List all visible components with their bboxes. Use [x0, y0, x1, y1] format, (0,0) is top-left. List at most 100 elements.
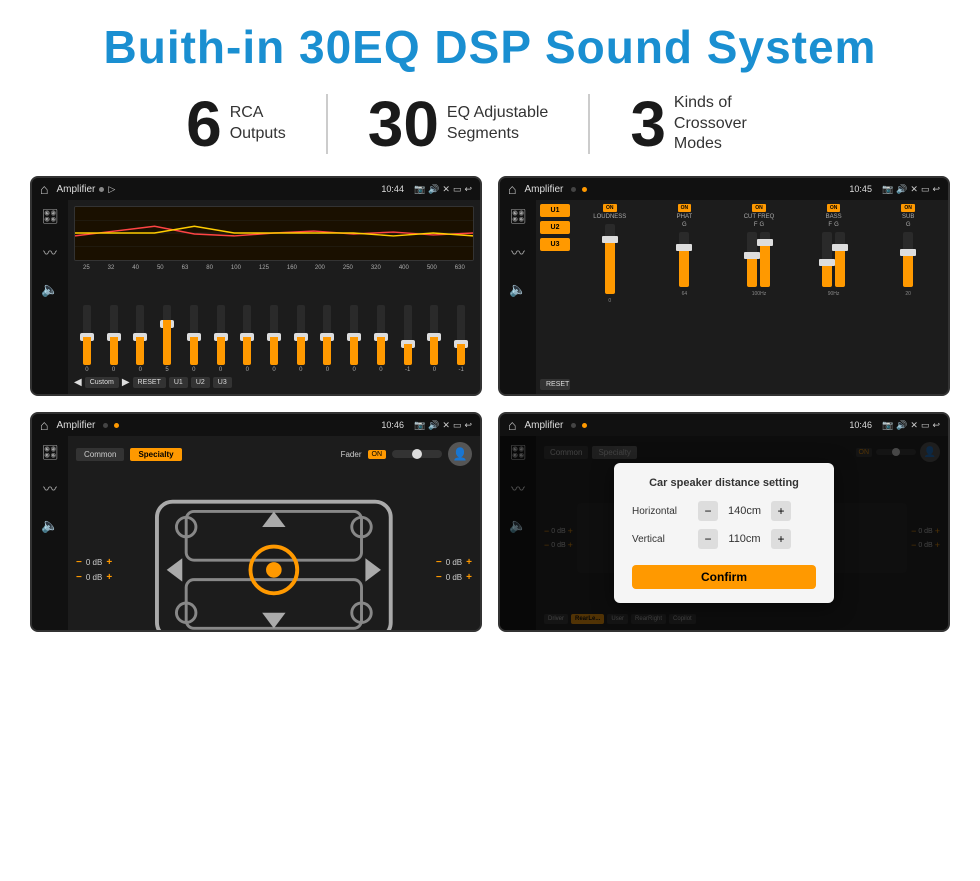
eq-left-sidebar: 🎛 〰 🔈	[32, 200, 68, 394]
horizontal-minus-btn[interactable]: −	[698, 501, 718, 521]
sub-on[interactable]: ON	[901, 204, 915, 212]
back-icon[interactable]: ↩	[464, 184, 472, 195]
vol-right-bot-minus[interactable]: −	[436, 572, 442, 583]
vertical-plus-btn[interactable]: +	[771, 529, 791, 549]
eq-track-14[interactable]	[457, 305, 465, 365]
wave-icon-2[interactable]: 〰	[511, 243, 525, 263]
speaker-icon-3[interactable]: 🔈	[41, 517, 58, 534]
home-icon-4[interactable]: ⌂	[508, 417, 516, 433]
vol-left-top-val: 0 dB	[86, 558, 102, 567]
back-icon-3[interactable]: ↩	[464, 420, 472, 431]
eq-slider-6: 0	[234, 305, 260, 373]
bass-slider-g[interactable]	[835, 232, 845, 287]
volume-icon-4: 🔊	[896, 420, 907, 431]
status-bar-3: ⌂ Amplifier 10:46 📷 🔊 ✕ ▭ ↩	[32, 414, 480, 436]
eq-track-5[interactable]	[217, 305, 225, 365]
fader-on-btn[interactable]: ON	[368, 450, 387, 459]
status-icons-3: 📷 🔊 ✕ ▭ ↩	[414, 420, 472, 431]
sub-slider[interactable]	[903, 232, 913, 287]
eq-track-6[interactable]	[243, 305, 251, 365]
stat-eq: 30 EQ Adjustable Segments	[328, 92, 589, 156]
wave-icon-3[interactable]: 〰	[43, 479, 57, 499]
equalizer-icon[interactable]: 🎛	[41, 208, 59, 225]
eq-icon-3[interactable]: 🎛	[41, 444, 59, 461]
tab-common[interactable]: Common	[76, 448, 124, 461]
vol-left-top-plus[interactable]: +	[106, 557, 112, 568]
distance-dialog: Car speaker distance setting Horizontal …	[614, 463, 834, 603]
u1-preset[interactable]: U1	[540, 204, 570, 217]
vol-right-top-plus[interactable]: +	[466, 557, 472, 568]
loudness-slider[interactable]	[605, 224, 615, 294]
vol-left-top-minus[interactable]: −	[76, 557, 82, 568]
vol-left-bot-plus[interactable]: +	[106, 572, 112, 583]
crossover-channels: ON LOUDNESS 0 ON PHAT G	[574, 204, 944, 390]
bass-on[interactable]: ON	[827, 204, 841, 212]
bass-slider-f[interactable]	[822, 232, 832, 287]
vertical-minus-btn[interactable]: −	[698, 529, 718, 549]
speaker-icon[interactable]: 🔈	[41, 281, 58, 298]
play-btn[interactable]: ▶	[122, 377, 130, 388]
cutfreq-slider-f[interactable]	[747, 232, 757, 287]
car-diagram-svg	[118, 470, 430, 632]
crossover-presets: U1 U2 U3 RESET	[540, 204, 570, 390]
confirm-button[interactable]: Confirm	[632, 565, 816, 589]
eq-icon-2[interactable]: 🎛	[509, 208, 527, 225]
rect-icon-4: ▭	[921, 420, 930, 431]
vol-left-bot-minus[interactable]: −	[76, 572, 82, 583]
vol-right-top-minus[interactable]: −	[436, 557, 442, 568]
back-icon-4[interactable]: ↩	[932, 420, 940, 431]
eq-slider-7: 0	[261, 305, 287, 373]
channel-phat: ON PHAT G 64	[649, 204, 721, 390]
home-icon[interactable]: ⌂	[40, 181, 48, 197]
u2-btn-1[interactable]: U2	[191, 377, 210, 388]
u1-btn-1[interactable]: U1	[169, 377, 188, 388]
reset-btn-2[interactable]: RESET	[540, 379, 570, 390]
wave-icon[interactable]: 〰	[43, 243, 57, 263]
eq-track-0[interactable]	[83, 305, 91, 365]
eq-track-12[interactable]	[404, 305, 412, 365]
eq-track-13[interactable]	[430, 305, 438, 365]
vol-right-bot-plus[interactable]: +	[466, 572, 472, 583]
eq-slider-13: 0	[422, 305, 448, 373]
home-icon-3[interactable]: ⌂	[40, 417, 48, 433]
eq-track-2[interactable]	[136, 305, 144, 365]
eq-track-3[interactable]	[163, 305, 171, 365]
eq-track-11[interactable]	[377, 305, 385, 365]
phat-on[interactable]: ON	[678, 204, 692, 212]
eq-track-9[interactable]	[323, 305, 331, 365]
eq-slider-14: -1	[448, 305, 474, 373]
preset-custom-btn[interactable]: Custom	[85, 377, 119, 388]
eq-track-8[interactable]	[297, 305, 305, 365]
speaker-sidebar: 🎛 〰 🔈	[32, 436, 68, 630]
eq-curve-display	[74, 206, 474, 261]
tab-specialty[interactable]: Specialty	[130, 448, 181, 461]
freq-50: 50	[157, 265, 164, 271]
screen1-time: 10:44	[381, 184, 404, 194]
stat-rca-label: RCA Outputs	[230, 103, 286, 145]
speaker-icon-2[interactable]: 🔈	[509, 281, 526, 298]
u2-preset[interactable]: U2	[540, 221, 570, 234]
phat-slider[interactable]	[679, 232, 689, 287]
eq-track-1[interactable]	[110, 305, 118, 365]
freq-25: 25	[83, 265, 90, 271]
x-icon-3: ✕	[442, 420, 450, 431]
eq-track-10[interactable]	[350, 305, 358, 365]
cutfreq-on[interactable]: ON	[752, 204, 766, 212]
loudness-on[interactable]: ON	[603, 204, 617, 212]
back-icon-2[interactable]: ↩	[932, 184, 940, 195]
u3-preset[interactable]: U3	[540, 238, 570, 251]
horizontal-value: 140cm	[722, 505, 767, 517]
cutfreq-slider-g[interactable]	[760, 232, 770, 287]
reset-btn-1[interactable]: RESET	[133, 377, 166, 388]
eq-track-4[interactable]	[190, 305, 198, 365]
freq-200: 200	[315, 265, 325, 271]
camera-icon-3: 📷	[414, 420, 425, 431]
user-avatar[interactable]: 👤	[448, 442, 472, 466]
u3-btn-1[interactable]: U3	[213, 377, 232, 388]
fader-slider[interactable]	[392, 450, 442, 458]
horizontal-plus-btn[interactable]: +	[771, 501, 791, 521]
home-icon-2[interactable]: ⌂	[508, 181, 516, 197]
eq-track-7[interactable]	[270, 305, 278, 365]
prev-btn[interactable]: ◀	[74, 377, 82, 388]
horizontal-row: Horizontal − 140cm +	[632, 501, 816, 521]
